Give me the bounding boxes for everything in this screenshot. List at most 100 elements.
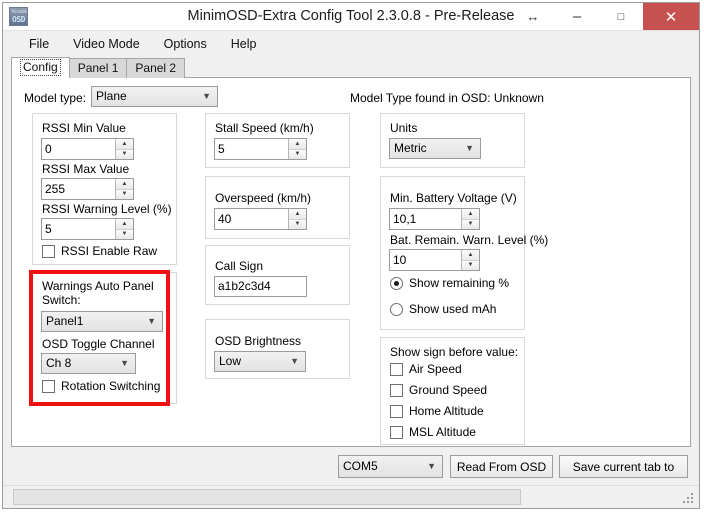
checkbox-icon[interactable]	[390, 383, 403, 397]
rssi-max-spinner[interactable]: 255 ▲ ▼	[41, 178, 134, 200]
chevron-down-icon: ▼	[427, 461, 436, 471]
model-type-combo[interactable]: Plane ▼	[91, 86, 218, 107]
rssi-enable-raw-checkbox-row[interactable]: RSSI Enable Raw	[42, 244, 157, 258]
checkbox-icon[interactable]	[390, 404, 403, 418]
osd-brightness-combo[interactable]: Low ▼	[214, 351, 306, 372]
checkbox-icon[interactable]	[390, 425, 403, 439]
overspeed-spinner-buttons[interactable]: ▲ ▼	[288, 209, 306, 229]
min-battery-voltage-spinner[interactable]: 10,1 ▲ ▼	[389, 208, 480, 230]
chevron-down-icon: ▼	[290, 356, 299, 366]
bat-remain-warn-label: Bat. Remain. Warn. Level (%)	[390, 233, 549, 247]
save-current-tab-button[interactable]: Save current tab to	[559, 455, 688, 478]
resize-grip-icon[interactable]	[683, 493, 695, 505]
home-altitude-label: Home Altitude	[409, 404, 484, 418]
bat-remain-warn-spinner-buttons[interactable]: ▲ ▼	[461, 250, 479, 270]
checkbox-icon[interactable]	[42, 244, 55, 258]
spinner-up-icon[interactable]: ▲	[462, 250, 479, 261]
rssi-warning-spinner[interactable]: 5 ▲ ▼	[41, 218, 134, 240]
air-speed-checkbox-row[interactable]: Air Speed	[390, 362, 462, 376]
maximize-button[interactable]: □	[599, 3, 643, 30]
bottom-toolbar: COM5 ▼ Read From OSD Save current tab to	[3, 447, 699, 485]
tab-strip: Config Panel 1 Panel 2	[11, 57, 699, 78]
osd-toggle-channel-combo[interactable]: Ch 8 ▼	[41, 353, 136, 374]
chevron-down-icon: ▼	[120, 358, 129, 368]
rssi-warning-spinner-buttons[interactable]: ▲ ▼	[115, 219, 133, 239]
overspeed-spinner[interactable]: 40 ▲ ▼	[214, 208, 307, 230]
osd-toggle-channel-label: OSD Toggle Channel	[42, 337, 155, 351]
tab-panel-1[interactable]: Panel 1	[68, 58, 128, 78]
minimize-button[interactable]: –	[555, 3, 599, 30]
air-speed-label: Air Speed	[409, 362, 462, 376]
spinner-down-icon[interactable]: ▼	[289, 149, 306, 159]
checkbox-icon[interactable]	[42, 379, 55, 393]
spinner-down-icon[interactable]: ▼	[116, 189, 133, 199]
warnings-panel-switch-label-line1: Warnings Auto Panel	[42, 279, 154, 293]
osd-brightness-value: Low	[219, 354, 242, 368]
status-progress-panel	[13, 489, 521, 505]
units-groupbox: Units Metric ▼	[380, 113, 525, 168]
stall-speed-spinner-buttons[interactable]: ▲ ▼	[288, 139, 306, 159]
spinner-up-icon[interactable]: ▲	[116, 179, 133, 190]
rssi-groupbox: RSSI Min Value 0 ▲ ▼ RSSI Max Value 255 …	[32, 113, 177, 265]
min-battery-voltage-label: Min. Battery Voltage (V)	[390, 191, 517, 205]
status-bar	[3, 485, 699, 508]
tab-config-label: Config	[20, 59, 61, 76]
warnings-panel-switch-value: Panel1	[46, 314, 84, 328]
spinner-up-icon[interactable]: ▲	[289, 139, 306, 150]
tab-config[interactable]: Config	[11, 57, 70, 78]
rssi-min-spinner-buttons[interactable]: ▲ ▼	[115, 139, 133, 159]
model-found-text: Model Type found in OSD: Unknown	[350, 91, 544, 105]
tab-strip-container: Config Panel 1 Panel 2	[3, 57, 699, 78]
app-icon-label: OSD	[12, 15, 25, 24]
menu-item-options[interactable]: Options	[152, 34, 219, 54]
rssi-enable-raw-label: RSSI Enable Raw	[61, 244, 158, 258]
show-used-mah-label: Show used mAh	[409, 302, 497, 316]
min-battery-voltage-spinner-buttons[interactable]: ▲ ▼	[461, 209, 479, 229]
close-button[interactable]: ✕	[643, 3, 699, 30]
read-from-osd-button[interactable]: Read From OSD	[450, 455, 553, 478]
warnings-auto-panel-groupbox: Warnings Auto Panel Switch: Panel1 ▼ OSD…	[32, 272, 177, 404]
spinner-up-icon[interactable]: ▲	[116, 139, 133, 150]
spinner-down-icon[interactable]: ▼	[462, 260, 479, 270]
rssi-min-spinner[interactable]: 0 ▲ ▼	[41, 138, 134, 160]
stall-speed-spinner[interactable]: 5 ▲ ▼	[214, 138, 307, 160]
home-altitude-checkbox-row[interactable]: Home Altitude	[390, 404, 484, 418]
resize-arrows-icon[interactable]: ↔	[511, 3, 555, 30]
rssi-min-label: RSSI Min Value	[42, 121, 126, 135]
show-used-mah-radio-row[interactable]: Show used mAh	[390, 302, 496, 316]
ground-speed-checkbox-row[interactable]: Ground Speed	[390, 383, 487, 397]
spinner-up-icon[interactable]: ▲	[462, 209, 479, 220]
spinner-up-icon[interactable]: ▲	[289, 209, 306, 220]
battery-groupbox: Min. Battery Voltage (V) 10,1 ▲ ▼ Bat. R…	[380, 176, 548, 330]
spinner-down-icon[interactable]: ▼	[116, 149, 133, 159]
radio-icon[interactable]	[390, 302, 403, 316]
radio-selected-icon[interactable]	[390, 276, 403, 290]
osd-app-icon: MinimOSD OSD	[9, 7, 28, 26]
warnings-panel-switch-combo[interactable]: Panel1 ▼	[41, 311, 163, 332]
ground-speed-label: Ground Speed	[409, 383, 488, 397]
menu-item-file[interactable]: File	[17, 34, 61, 54]
menu-item-help[interactable]: Help	[219, 34, 269, 54]
units-combo[interactable]: Metric ▼	[389, 138, 481, 159]
msl-altitude-checkbox-row[interactable]: MSL Altitude	[390, 425, 476, 439]
config-tab-page: Model type: Plane ▼ Model Type found in …	[11, 77, 691, 447]
show-remaining-radio-row[interactable]: Show remaining %	[390, 276, 509, 290]
com-port-combo[interactable]: COM5 ▼	[338, 455, 443, 478]
chevron-down-icon: ▼	[202, 91, 211, 101]
com-port-value: COM5	[343, 459, 378, 473]
rotation-switching-checkbox-row[interactable]: Rotation Switching	[42, 379, 160, 393]
spinner-down-icon[interactable]: ▼	[289, 219, 306, 229]
menu-item-video-mode[interactable]: Video Mode	[61, 34, 152, 54]
spinner-down-icon[interactable]: ▼	[462, 219, 479, 229]
checkbox-icon[interactable]	[390, 362, 403, 376]
tab-panel-2[interactable]: Panel 2	[126, 58, 186, 78]
spinner-down-icon[interactable]: ▼	[116, 229, 133, 239]
show-sign-groupbox: Show sign before value: Air Speed Ground…	[380, 337, 525, 445]
call-sign-input[interactable]: a1b2c3d4	[214, 276, 307, 297]
model-type-value: Plane	[96, 89, 127, 103]
bat-remain-warn-spinner[interactable]: 10 ▲ ▼	[389, 249, 480, 271]
overspeed-label: Overspeed (km/h)	[215, 191, 312, 205]
stall-speed-groupbox: Stall Speed (km/h) 5 ▲ ▼	[205, 113, 350, 168]
rssi-max-spinner-buttons[interactable]: ▲ ▼	[115, 179, 133, 199]
spinner-up-icon[interactable]: ▲	[116, 219, 133, 230]
